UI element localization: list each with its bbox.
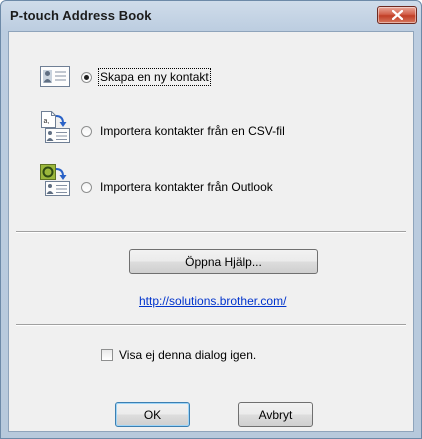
separator-top <box>16 231 406 233</box>
radio-selected-dot <box>84 75 89 80</box>
cancel-button[interactable]: Avbryt <box>238 402 313 427</box>
dont-show-again-label: Visa ej denna dialog igen. <box>119 348 257 362</box>
option-import-outlook-label: Importera kontakter från Outlook <box>100 180 273 194</box>
dialog-client-area: Skapa en ny kontakt a, Importera kontakt… <box>8 31 414 432</box>
radio-import-outlook[interactable] <box>81 182 92 193</box>
csv-import-icon: a, <box>41 111 70 143</box>
dialog-window: P-touch Address Book Skapa en ny kontakt <box>0 0 422 439</box>
dont-show-again-checkbox[interactable] <box>101 349 113 361</box>
brother-solutions-link[interactable]: http://solutions.brother.com/ <box>139 294 286 308</box>
option-new-contact[interactable]: Skapa en ny kontakt <box>9 59 409 95</box>
ok-button[interactable]: OK <box>115 402 190 427</box>
svg-text:a,: a, <box>44 118 50 125</box>
close-icon <box>392 10 403 20</box>
option-import-outlook[interactable]: Importera kontakter från Outlook <box>9 163 409 199</box>
open-help-button[interactable]: Öppna Hjälp... <box>129 249 318 274</box>
separator-bottom <box>16 324 406 326</box>
outlook-import-icon <box>40 164 70 196</box>
title-bar[interactable]: P-touch Address Book <box>1 1 421 31</box>
option-import-csv-label: Importera kontakter från en CSV-fil <box>100 124 285 138</box>
option-new-contact-label: Skapa en ny kontakt <box>98 68 211 86</box>
contact-card-icon <box>40 66 70 87</box>
radio-import-csv[interactable] <box>81 126 92 137</box>
option-import-csv[interactable]: a, Importera kontakter från en CSV-fil <box>9 110 409 146</box>
window-title: P-touch Address Book <box>10 8 152 23</box>
radio-new-contact[interactable] <box>81 72 92 83</box>
close-button[interactable] <box>377 6 417 24</box>
